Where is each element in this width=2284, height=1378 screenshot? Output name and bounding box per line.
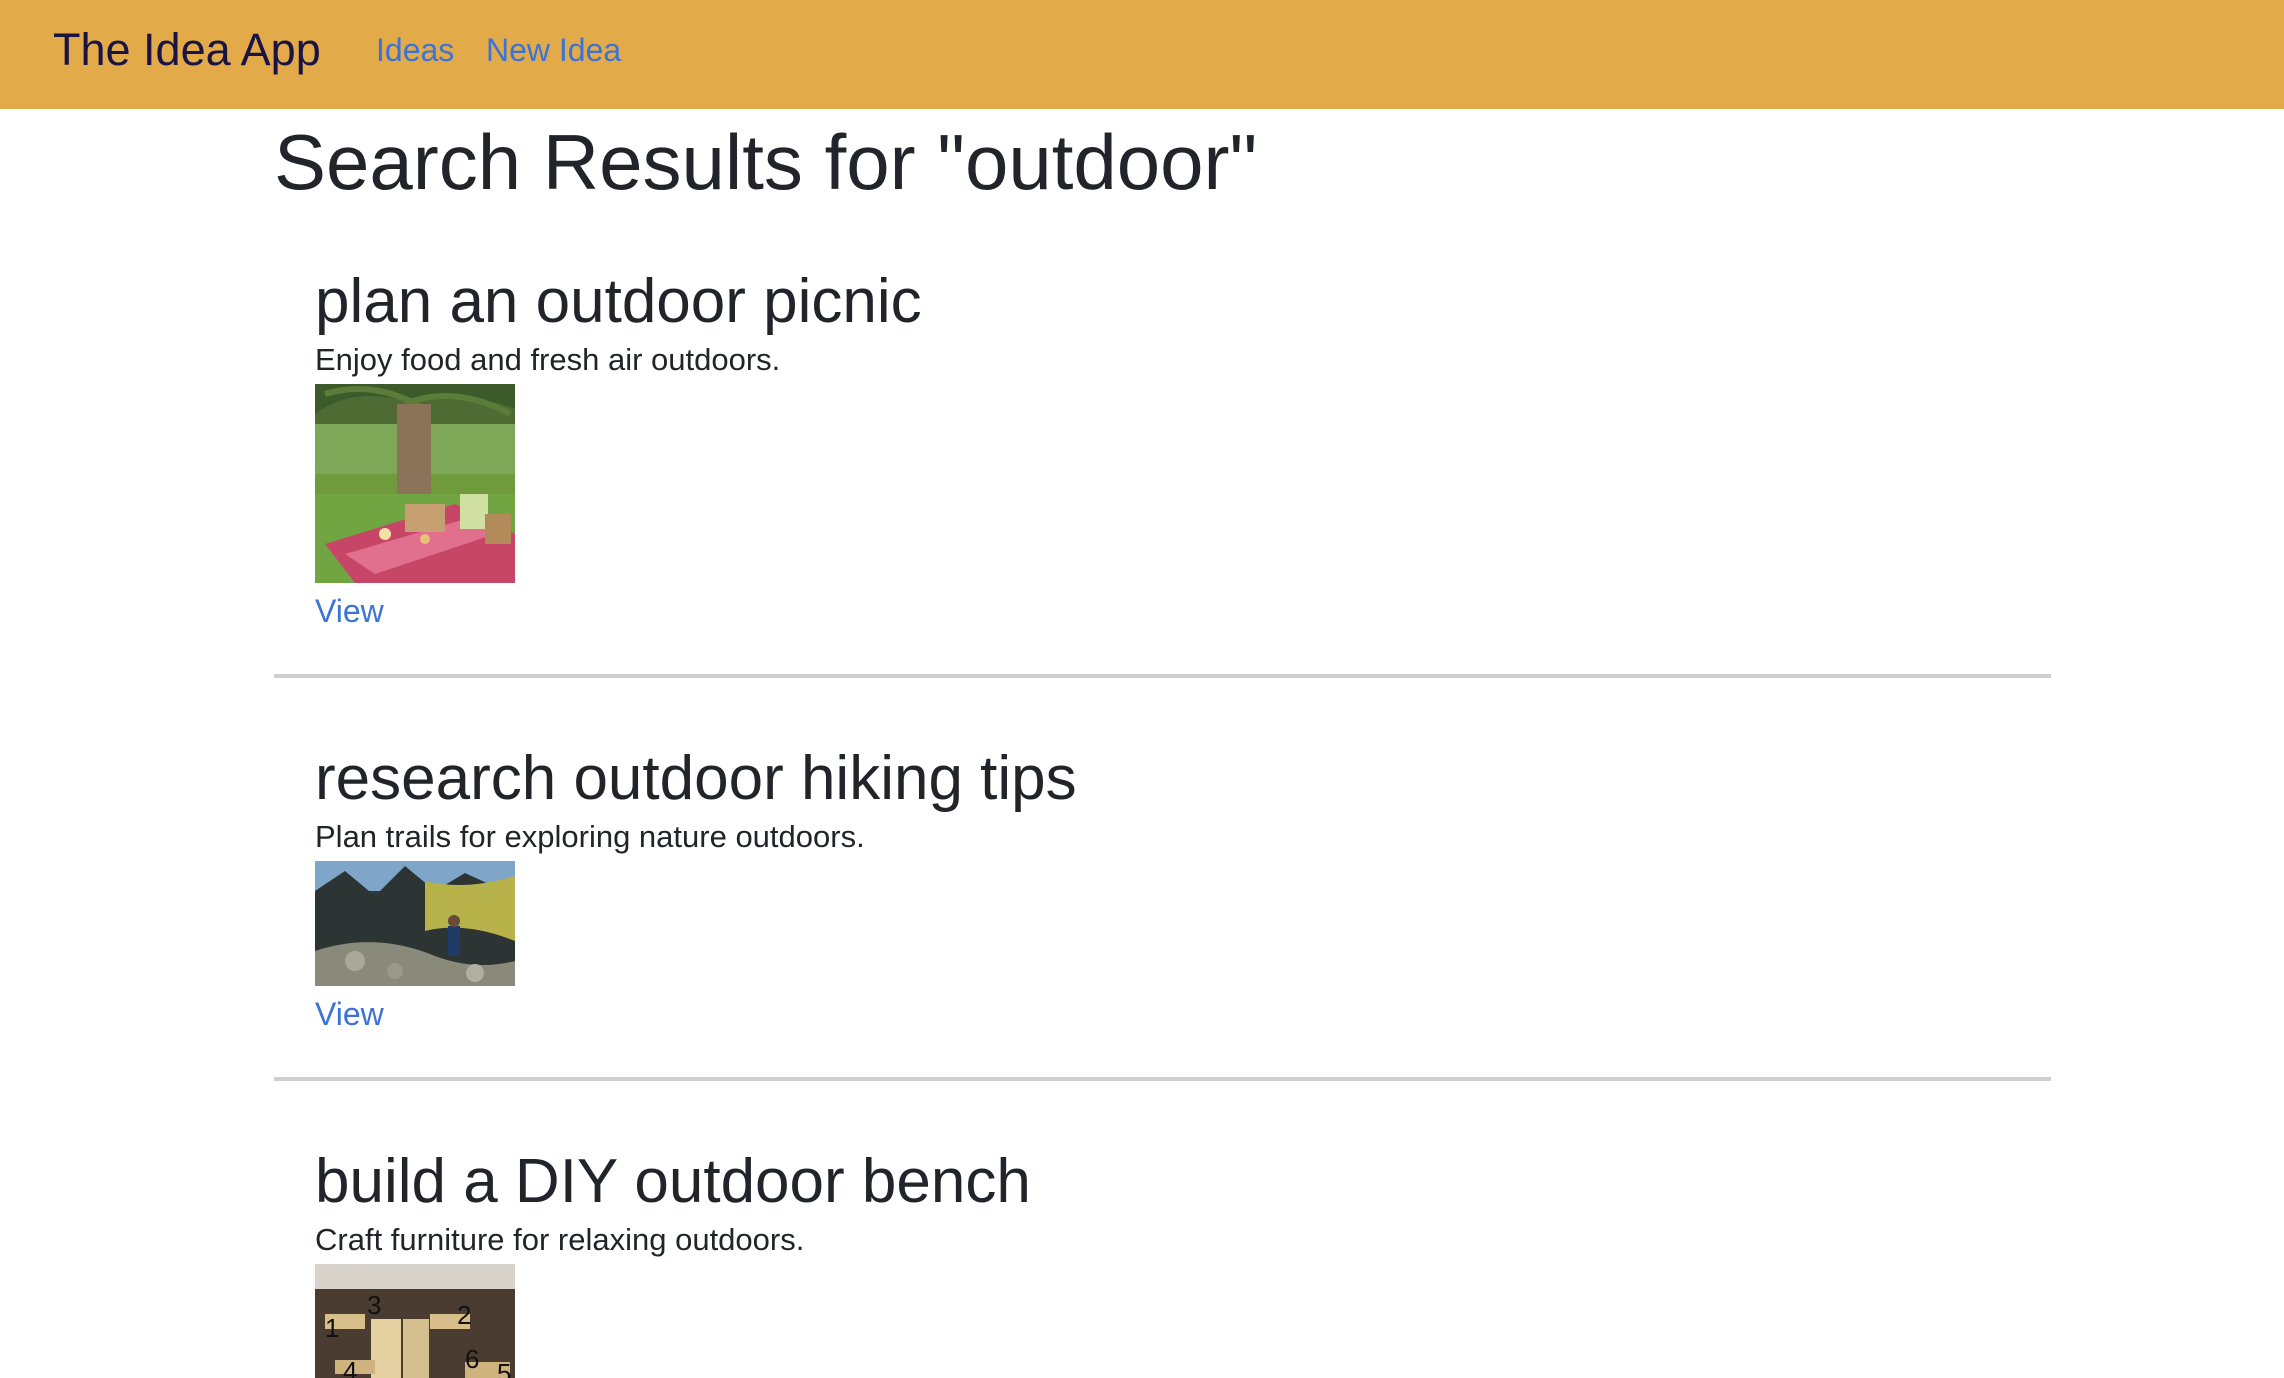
view-link[interactable]: View <box>315 591 384 631</box>
result-divider <box>274 674 2051 678</box>
diagram-label: 2 <box>457 1300 471 1330</box>
result-title: build a DIY outdoor bench <box>315 1147 1031 1216</box>
diagram-label: 6 <box>465 1344 479 1374</box>
picnic-photo <box>315 384 515 583</box>
nav-link-ideas[interactable]: Ideas <box>376 28 454 72</box>
result-description: Plan trails for exploring nature outdoor… <box>315 819 865 854</box>
page-title: Search Results for "outdoor" <box>274 118 1258 206</box>
bench-diagram-photo: 1 3 2 4 6 5 <box>315 1264 515 1378</box>
diagram-label: 5 <box>497 1358 511 1378</box>
top-navbar: The Idea App Ideas New Idea <box>0 0 2284 109</box>
brand-link[interactable]: The Idea App <box>53 22 321 78</box>
result-description: Craft furniture for relaxing outdoors. <box>315 1222 805 1257</box>
hiking-photo <box>315 861 515 986</box>
result-title: research outdoor hiking tips <box>315 744 1077 813</box>
result-title: plan an outdoor picnic <box>315 267 922 336</box>
result-description: Enjoy food and fresh air outdoors. <box>315 342 781 377</box>
diagram-label: 4 <box>343 1356 357 1378</box>
result-divider <box>274 1077 2051 1081</box>
diagram-label: 3 <box>367 1290 381 1320</box>
view-link[interactable]: View <box>315 994 384 1034</box>
diagram-label: 1 <box>325 1313 339 1343</box>
nav-link-new-idea[interactable]: New Idea <box>486 28 621 72</box>
